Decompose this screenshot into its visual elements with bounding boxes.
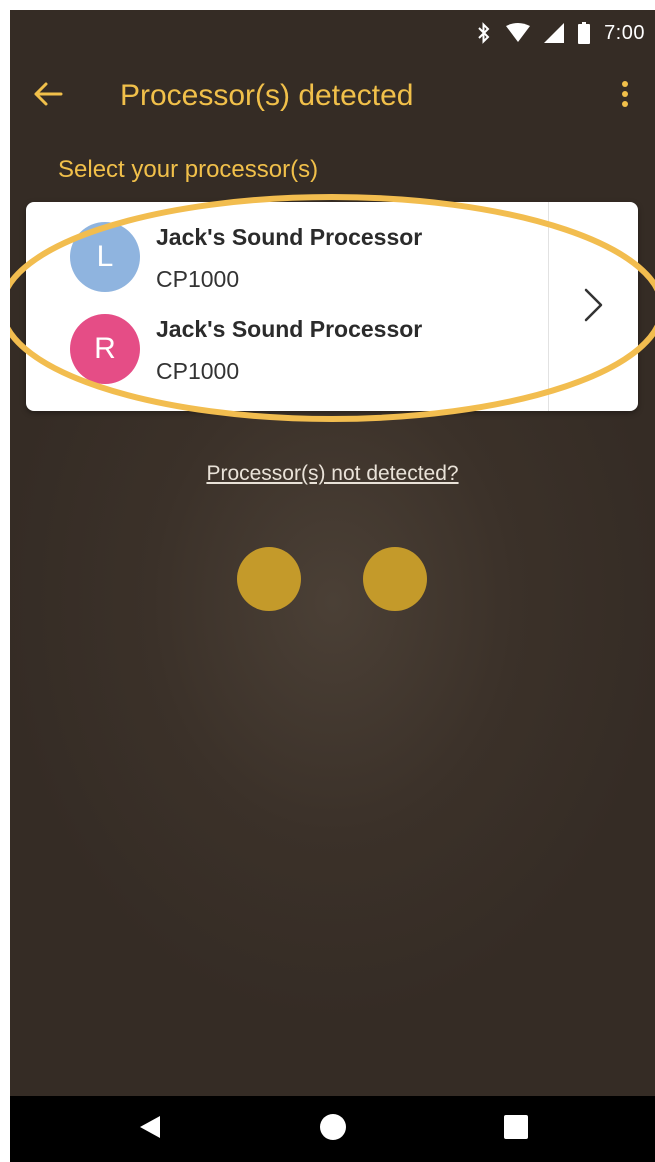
more-vertical-icon [621,81,629,111]
recents-square-icon [504,1115,528,1143]
app-bar: Processor(s) detected [10,56,655,136]
nav-home-button[interactable] [293,1096,373,1162]
back-triangle-icon [138,1114,162,1144]
select-processor-button[interactable] [549,202,638,411]
back-button[interactable] [26,74,70,118]
processor-row-right: R Jack's Sound Processor CP1000 [70,306,530,386]
loading-dot [237,547,301,611]
nav-back-button[interactable] [110,1096,190,1162]
navigation-bar [10,1096,655,1162]
chevron-right-icon [583,287,605,327]
processor-name: Jack's Sound Processor [156,316,423,342]
processor-model: CP1000 [156,358,240,384]
status-icons: 7:00 [476,18,645,48]
section-label: Select your processor(s) [58,156,319,183]
avatar-right: R [70,314,140,384]
bluetooth-icon [476,22,492,44]
status-time: 7:00 [604,21,645,44]
screen: 7:00 Processor(s) detected Select your p… [10,10,655,1162]
avatar-left: L [70,222,140,292]
home-circle-icon [319,1113,347,1145]
page-title: Processor(s) detected [120,79,414,112]
arrow-left-icon [33,81,63,111]
processor-not-detected-link[interactable]: Processor(s) not detected? [10,462,655,486]
processor-model: CP1000 [156,266,240,292]
nav-recents-button[interactable] [476,1096,556,1162]
battery-icon [578,22,591,44]
more-options-button[interactable] [605,74,645,118]
loading-dot [363,547,427,611]
wifi-icon [506,23,531,43]
status-bar: 7:00 [10,10,655,56]
processor-name: Jack's Sound Processor [156,224,423,250]
processor-row-left: L Jack's Sound Processor CP1000 [70,214,530,294]
processor-card[interactable]: L Jack's Sound Processor CP1000 R Jack's… [26,202,638,411]
signal-icon [544,23,565,43]
